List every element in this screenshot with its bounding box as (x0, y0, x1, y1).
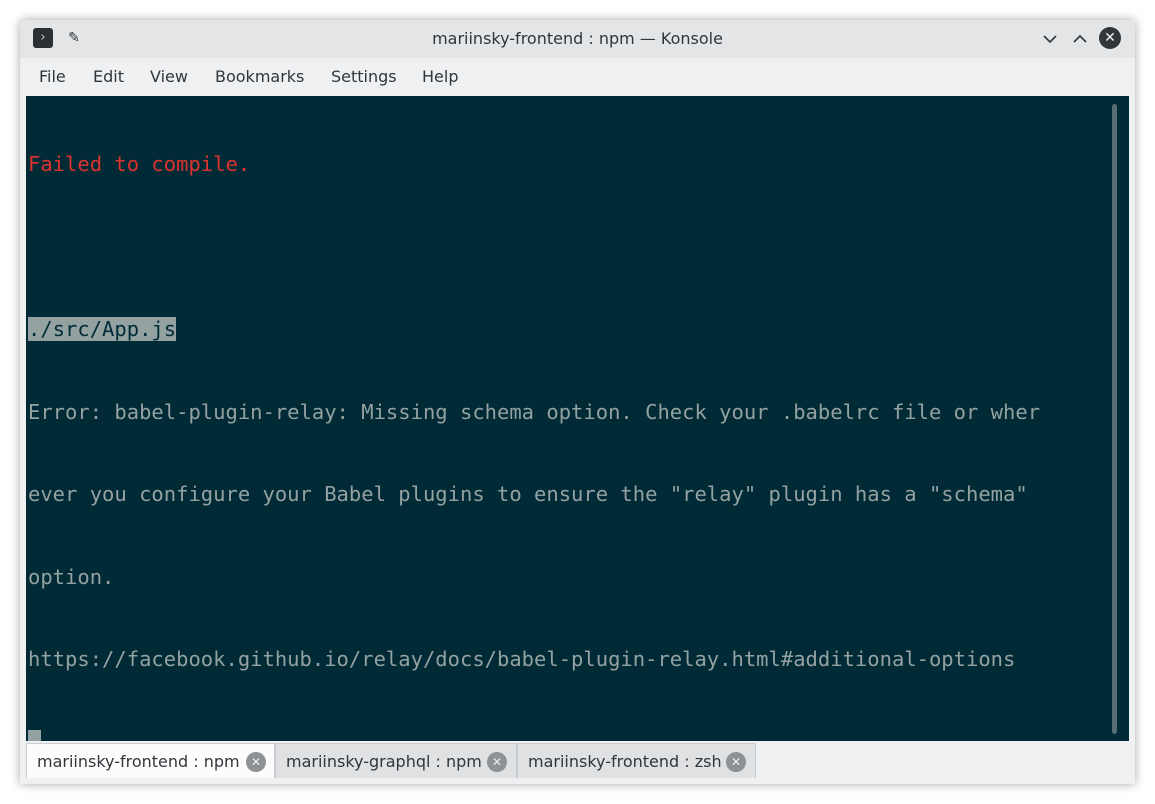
title-bar[interactable]: mariinsky-frontend : npm — Konsole › ✎ ✕ (20, 20, 1135, 58)
selected-path: ./src/App.js (28, 317, 177, 341)
close-icon[interactable]: ✕ (246, 752, 266, 772)
chevron-down-icon[interactable] (1039, 28, 1061, 50)
terminal-line: option. (28, 564, 115, 589)
terminal-scrollbar[interactable] (1112, 104, 1117, 734)
window-title: mariinsky-frontend : npm — Konsole (432, 29, 723, 48)
terminal-line: ever you configure your Babel plugins to… (28, 482, 1028, 506)
tab-bar: mariinsky-frontend : npm ✕ mariinsky-gra… (26, 741, 1129, 784)
menu-view[interactable]: View (150, 58, 188, 96)
tab-mariinsky-graphql-npm[interactable]: mariinsky-graphql : npm ✕ (275, 743, 517, 778)
terminal-line: Failed to compile. (28, 152, 251, 176)
close-icon[interactable]: ✕ (487, 752, 507, 772)
tab-label: mariinsky-graphql : npm (286, 752, 482, 771)
tab-mariinsky-frontend-npm[interactable]: mariinsky-frontend : npm ✕ (26, 743, 275, 778)
tab-mariinsky-frontend-zsh[interactable]: mariinsky-frontend : zsh ✕ (517, 743, 756, 778)
menu-bar: File Edit View Bookmarks Settings Help (20, 58, 1135, 96)
close-icon[interactable]: ✕ (1099, 27, 1121, 49)
terminal-output[interactable]: Failed to compile. ./src/App.js Error: b… (26, 96, 1129, 755)
pin-icon[interactable]: ✎ (64, 28, 84, 48)
tab-label: mariinsky-frontend : zsh (528, 752, 722, 771)
chevron-up-icon[interactable] (1069, 28, 1091, 50)
terminal-line: Error: babel-plugin-relay: Missing schem… (28, 399, 1041, 424)
menu-file[interactable]: File (39, 58, 66, 96)
close-icon[interactable]: ✕ (726, 752, 746, 772)
tab-label: mariinsky-frontend : npm (37, 752, 240, 771)
terminal-icon[interactable]: › (33, 28, 53, 48)
menu-edit[interactable]: Edit (93, 58, 124, 96)
terminal-line: ./src/App.js (28, 316, 1108, 344)
menu-settings[interactable]: Settings (331, 58, 397, 96)
menu-help[interactable]: Help (422, 58, 458, 96)
konsole-window: mariinsky-frontend : npm — Konsole › ✎ ✕… (20, 20, 1135, 784)
terminal-line: https://facebook.github.io/relay/docs/ba… (28, 647, 1016, 671)
menu-bookmarks[interactable]: Bookmarks (215, 58, 304, 96)
